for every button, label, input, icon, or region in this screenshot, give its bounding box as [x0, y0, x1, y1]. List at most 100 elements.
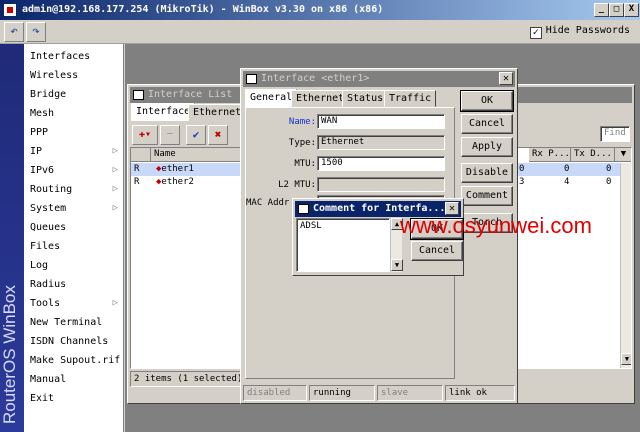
minimize-button[interactable]: _ [594, 3, 609, 17]
menu-item-label: PPP [30, 127, 49, 138]
menu-item-make-supout[interactable]: Make Supout.rif [24, 351, 124, 370]
tab-interface[interactable]: Interface [131, 103, 196, 121]
tab-ethernet[interactable]: Ethernet [188, 104, 247, 121]
mtu-input[interactable]: 1500 [317, 156, 445, 171]
menu-item-label: Exit [30, 393, 55, 404]
submenu-arrow-icon: ▷ [112, 165, 118, 175]
status-disabled: disabled [243, 385, 307, 401]
row-tx-drops: 0 [606, 177, 612, 187]
tab-traffic[interactable]: Traffic [384, 90, 437, 107]
row-name-text: ether1 [161, 164, 194, 174]
interface-dialog-title: Interface <ether1> [261, 73, 370, 84]
menu-item-label: Manual [30, 374, 67, 385]
status-link: link ok [445, 385, 515, 401]
menu-item-label: Routing [30, 184, 73, 195]
tab-general[interactable]: General [245, 89, 298, 107]
comment-textarea[interactable]: ADSL [296, 218, 390, 272]
table-scrollbar[interactable]: ▼ [620, 163, 631, 368]
app-titlebar[interactable]: admin@192.168.177.254 (MikroTik) - WinBo… [0, 0, 640, 20]
main-menu: Interfaces Wireless Bridge Mesh PPP IP ▷ … [24, 44, 124, 432]
find-input[interactable]: Find [600, 126, 630, 142]
cancel-button[interactable]: Cancel [461, 114, 513, 134]
submenu-arrow-icon: ▷ [112, 146, 118, 156]
type-label: Type: [288, 138, 316, 148]
routeros-winbox-brand: RouterOS WinBox [0, 44, 24, 432]
menu-item-label: Interfaces [30, 51, 91, 62]
menu-item-label: Make Supout.rif [30, 355, 121, 366]
menu-item-tools[interactable]: Tools ▷ [24, 294, 124, 313]
column-header-name[interactable]: Name [151, 148, 241, 162]
hide-passwords-toggle[interactable]: ✓ Hide Passwords [529, 25, 630, 39]
scroll-down-icon[interactable]: ▼ [391, 259, 403, 271]
menu-item-label: Radius [30, 279, 67, 290]
comment-button[interactable]: Comment [461, 186, 513, 206]
row-name: ◆ether2 [153, 176, 241, 189]
add-icon[interactable]: ✚▾ [132, 125, 158, 145]
column-header-rx-packets[interactable]: Rx P... [529, 148, 571, 162]
menu-item-mesh[interactable]: Mesh [24, 104, 124, 123]
main-toolbar: ↶ ↷ ✓ Hide Passwords [0, 20, 640, 44]
tab-status[interactable]: Status [342, 90, 389, 107]
interface-dialog-titlebar[interactable]: Interface <ether1> ✕ [243, 71, 515, 87]
disable-button[interactable]: Disable [461, 163, 513, 183]
app-title: admin@192.168.177.254 (MikroTik) - WinBo… [22, 4, 384, 15]
close-button[interactable]: X [624, 3, 639, 17]
menu-item-ip[interactable]: IP ▷ [24, 142, 124, 161]
column-header-flag[interactable] [131, 148, 151, 162]
row-rx-packets: 0 [564, 164, 570, 174]
window-icon [133, 90, 144, 100]
menu-item-radius[interactable]: Radius [24, 275, 124, 294]
ok-button[interactable]: OK [460, 90, 514, 112]
mtu-label: MTU: [294, 159, 316, 169]
menu-item-label: New Terminal [30, 317, 103, 328]
menu-item-system[interactable]: System ▷ [24, 199, 124, 218]
menu-item-routing[interactable]: Routing ▷ [24, 180, 124, 199]
hide-passwords-checkbox[interactable]: ✓ [529, 27, 542, 39]
menu-item-label: Queues [30, 222, 67, 233]
menu-item-label: IPv6 [30, 165, 55, 176]
comment-text: ADSL [300, 221, 322, 231]
submenu-arrow-icon: ▷ [112, 298, 118, 308]
remove-icon[interactable]: — [160, 125, 180, 145]
disable-icon[interactable]: ✖ [208, 125, 228, 145]
enable-icon[interactable]: ✔ [186, 125, 206, 145]
watermark-text: www.osyunwei.com [400, 213, 592, 238]
menu-item-interfaces[interactable]: Interfaces [24, 47, 124, 66]
menu-item-ipv6[interactable]: IPv6 ▷ [24, 161, 124, 180]
apply-button[interactable]: Apply [461, 137, 513, 157]
menu-item-queues[interactable]: Queues [24, 218, 124, 237]
status-slave: slave [377, 385, 443, 401]
maximize-button[interactable]: □ [609, 3, 624, 17]
menu-item-label: Mesh [30, 108, 55, 119]
name-input[interactable]: WAN [317, 114, 445, 129]
menu-item-label: Log [30, 260, 49, 271]
close-icon[interactable]: ✕ [499, 72, 513, 85]
menu-item-label: Wireless [30, 70, 79, 81]
hide-passwords-label: Hide Passwords [545, 25, 630, 36]
l2-mtu-label: L2 MTU: [278, 180, 316, 190]
name-label: Name: [288, 117, 316, 127]
l2-mtu-value [317, 177, 445, 192]
menu-item-label: ISDN Channels [30, 336, 109, 347]
undo-icon[interactable]: ↶ [4, 22, 24, 42]
menu-item-ppp[interactable]: PPP [24, 123, 124, 142]
row-name-text: ether2 [161, 177, 194, 187]
menu-item-bridge[interactable]: Bridge [24, 85, 124, 104]
menu-item-exit[interactable]: Exit [24, 389, 124, 408]
redo-icon[interactable]: ↷ [26, 22, 46, 42]
column-header-tx-drops[interactable]: Tx D... [571, 148, 615, 162]
menu-item-wireless[interactable]: Wireless [24, 66, 124, 85]
menu-item-label: System [30, 203, 67, 214]
tab-ethernet[interactable]: Ethernet [291, 90, 350, 107]
type-value: Ethernet [317, 135, 445, 150]
menu-item-label: Tools [30, 298, 61, 309]
menu-item-log[interactable]: Log [24, 256, 124, 275]
column-chooser-icon[interactable]: ▼ [615, 148, 631, 162]
menu-item-new-terminal[interactable]: New Terminal [24, 313, 124, 332]
menu-item-isdn-channels[interactable]: ISDN Channels [24, 332, 124, 351]
scroll-down-icon[interactable]: ▼ [621, 353, 631, 365]
menu-item-files[interactable]: Files [24, 237, 124, 256]
comment-cancel-button[interactable]: Cancel [411, 241, 463, 261]
menu-item-manual[interactable]: Manual [24, 370, 124, 389]
menu-item-label: Bridge [30, 89, 67, 100]
